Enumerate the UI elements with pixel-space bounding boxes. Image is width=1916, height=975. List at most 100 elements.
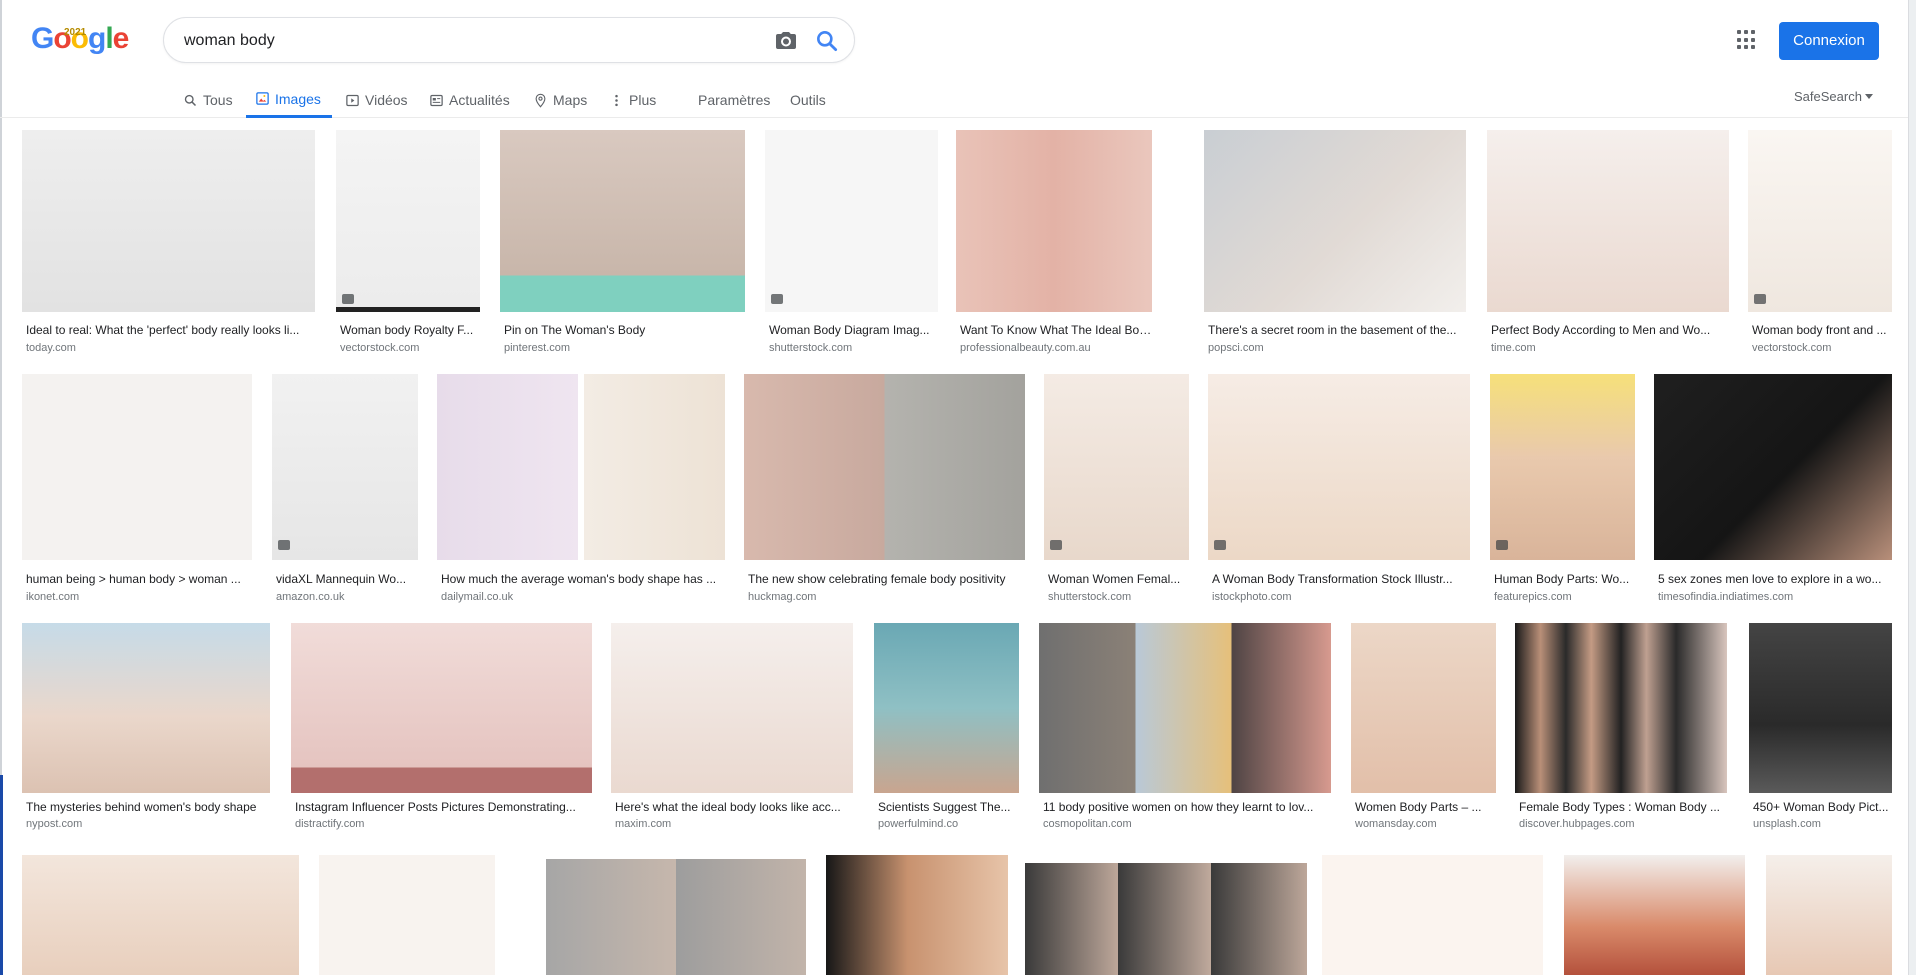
result-title[interactable]: How much the average woman's body shape …: [441, 572, 725, 586]
result-source[interactable]: pinterest.com: [504, 342, 744, 354]
result-source[interactable]: shutterstock.com: [1048, 591, 1189, 603]
result-thumbnail[interactable]: [1039, 623, 1331, 793]
result-title[interactable]: Here's what the ideal body looks like ac…: [615, 800, 853, 814]
tab-images[interactable]: Images: [246, 82, 332, 118]
result-source[interactable]: featurepics.com: [1494, 591, 1635, 603]
result-thumbnail[interactable]: [1748, 130, 1892, 312]
result-source[interactable]: discover.hubpages.com: [1519, 818, 1727, 830]
result-thumbnail[interactable]: [22, 855, 299, 975]
result-title[interactable]: There's a secret room in the basement of…: [1208, 323, 1466, 337]
result-thumbnail[interactable]: [1654, 374, 1892, 560]
result-title[interactable]: 11 body positive women on how they learn…: [1043, 800, 1331, 814]
result-title[interactable]: Woman Body Diagram Imag...: [769, 323, 937, 337]
result-thumbnail[interactable]: [1322, 855, 1543, 975]
result-source[interactable]: vectorstock.com: [340, 342, 480, 354]
result-thumbnail[interactable]: [1766, 855, 1892, 975]
tab-news[interactable]: Actualités: [429, 82, 510, 118]
result-source[interactable]: womansday.com: [1355, 818, 1496, 830]
tab-all[interactable]: Tous: [183, 82, 233, 118]
result-thumbnail[interactable]: [319, 855, 495, 975]
result-title[interactable]: The mysteries behind women's body shape: [26, 800, 270, 814]
safesearch-dropdown[interactable]: SafeSearch: [1794, 82, 1873, 111]
result-source[interactable]: unsplash.com: [1753, 818, 1892, 830]
result-thumbnail[interactable]: [500, 130, 745, 312]
search-icon[interactable]: [814, 28, 840, 54]
scrollbar[interactable]: [1908, 0, 1916, 975]
result-source[interactable]: dailymail.co.uk: [441, 591, 725, 603]
tab-tools[interactable]: Outils: [790, 82, 826, 118]
result-source[interactable]: istockphoto.com: [1212, 591, 1470, 603]
result-source[interactable]: maxim.com: [615, 818, 853, 830]
result-thumbnail[interactable]: [336, 130, 480, 312]
signin-button[interactable]: Connexion: [1779, 22, 1879, 60]
result-title[interactable]: Woman Women Femal...: [1048, 572, 1189, 586]
result-title[interactable]: Women Body Parts – ...: [1355, 800, 1496, 814]
result-thumbnail[interactable]: [546, 859, 806, 975]
result-thumbnail[interactable]: [826, 855, 1008, 975]
result-source[interactable]: huckmag.com: [748, 591, 1024, 603]
result-thumbnail[interactable]: [1749, 623, 1892, 793]
result-title[interactable]: 5 sex zones men love to explore in a wo.…: [1658, 572, 1892, 586]
result-source[interactable]: shutterstock.com: [769, 342, 937, 354]
result-title[interactable]: Want To Know What The Ideal Body Sh...: [960, 323, 1152, 337]
result-thumbnail[interactable]: [611, 623, 853, 793]
tab-label: Actualités: [449, 92, 510, 108]
result-source[interactable]: today.com: [26, 342, 314, 354]
result-title[interactable]: Woman body Royalty F...: [340, 323, 480, 337]
result-source[interactable]: powerfulmind.co: [878, 818, 1019, 830]
search-box[interactable]: [163, 17, 855, 63]
tab-more[interactable]: Plus: [609, 82, 656, 118]
result-thumbnail[interactable]: [22, 623, 270, 793]
result-source[interactable]: distractify.com: [295, 818, 591, 830]
result-thumbnail[interactable]: [272, 374, 418, 560]
result-thumbnail[interactable]: [1025, 863, 1307, 975]
result-thumbnail[interactable]: [1208, 374, 1470, 560]
tab-maps[interactable]: Maps: [533, 82, 587, 118]
result-title[interactable]: human being > human body > woman ...: [26, 572, 252, 586]
result-thumbnail[interactable]: [956, 130, 1152, 312]
result-title[interactable]: Scientists Suggest The...: [878, 800, 1019, 814]
result-title[interactable]: vidaXL Mannequin Wo...: [276, 572, 418, 586]
result-source[interactable]: nypost.com: [26, 818, 270, 830]
result-thumbnail[interactable]: [1564, 855, 1745, 975]
tab-label: Outils: [790, 92, 826, 108]
image-badge-icon: [771, 294, 783, 304]
result-thumbnail[interactable]: [1490, 374, 1635, 560]
result-thumbnail[interactable]: [1351, 623, 1496, 793]
tab-videos[interactable]: Vidéos: [345, 82, 408, 118]
result-title[interactable]: Woman body front and ...: [1752, 323, 1892, 337]
result-thumbnail[interactable]: [765, 130, 938, 312]
result-title[interactable]: The new show celebrating female body pos…: [748, 572, 1024, 586]
result-title[interactable]: A Woman Body Transformation Stock Illust…: [1212, 572, 1470, 586]
result-source[interactable]: popsci.com: [1208, 342, 1466, 354]
result-source[interactable]: vectorstock.com: [1752, 342, 1892, 354]
result-source[interactable]: time.com: [1491, 342, 1729, 354]
result-title[interactable]: Pin on The Woman's Body: [504, 323, 744, 337]
result-title[interactable]: 450+ Woman Body Pict...: [1753, 800, 1892, 814]
result-thumbnail[interactable]: [22, 374, 252, 560]
result-thumbnail[interactable]: [874, 623, 1019, 793]
result-source[interactable]: amazon.co.uk: [276, 591, 418, 603]
camera-icon[interactable]: [774, 29, 798, 53]
result-thumbnail[interactable]: [1515, 623, 1727, 793]
result-source[interactable]: professionalbeauty.com.au: [960, 342, 1152, 354]
result-thumbnail[interactable]: [291, 623, 592, 793]
result-thumbnail[interactable]: [437, 374, 725, 560]
result-title[interactable]: Ideal to real: What the 'perfect' body r…: [26, 323, 314, 337]
search-input[interactable]: [184, 28, 744, 54]
tab-settings[interactable]: Paramètres: [698, 82, 770, 118]
result-title[interactable]: Perfect Body According to Men and Wo...: [1491, 323, 1729, 337]
result-thumbnail[interactable]: [1044, 374, 1189, 560]
google-logo[interactable]: Google 2021: [31, 22, 129, 56]
apps-grid-icon[interactable]: [1737, 30, 1757, 50]
result-title[interactable]: Instagram Influencer Posts Pictures Demo…: [295, 800, 591, 814]
result-thumbnail[interactable]: [1204, 130, 1466, 312]
result-thumbnail[interactable]: [1487, 130, 1729, 312]
result-source[interactable]: ikonet.com: [26, 591, 252, 603]
result-source[interactable]: timesofindia.indiatimes.com: [1658, 591, 1892, 603]
result-title[interactable]: Human Body Parts: Wo...: [1494, 572, 1635, 586]
result-thumbnail[interactable]: [744, 374, 1025, 560]
result-thumbnail[interactable]: [22, 130, 315, 312]
result-source[interactable]: cosmopolitan.com: [1043, 818, 1331, 830]
result-title[interactable]: Female Body Types : Woman Body ...: [1519, 800, 1727, 814]
